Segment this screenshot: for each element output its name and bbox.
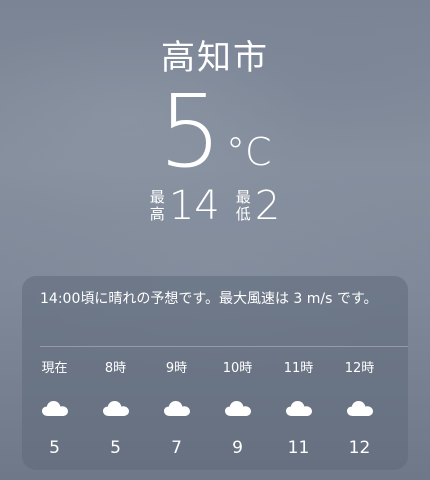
hour-item: 現在 5	[24, 360, 85, 458]
hour-time: 8時	[104, 361, 127, 376]
hour-item: 12時 12	[329, 360, 390, 458]
cloud-icon	[224, 401, 251, 416]
cloud-icon	[285, 401, 312, 416]
cloud-icon	[163, 401, 190, 416]
low-temperature: 2	[254, 183, 281, 229]
hour-time: 12時	[344, 361, 375, 376]
hourly-forecast-list[interactable]: 現在 5 8時 5 9時 7 10時 9 11時 11 12時 12	[24, 360, 408, 458]
hour-time: 現在	[41, 361, 68, 376]
hour-item: 9時 7	[146, 360, 207, 458]
hour-time: 10時	[222, 361, 253, 376]
hourly-forecast-card[interactable]: 14:00頃に晴れの予想です。最大風速は 3 m/s です。 現在 5 8時 5…	[22, 276, 408, 470]
city-name: 高知市	[161, 38, 269, 78]
hour-item: 10時 9	[207, 360, 268, 458]
temperature-unit: °C	[226, 130, 272, 174]
current-temperature-block: 5 °C	[0, 82, 430, 182]
high-temperature: 14	[168, 183, 220, 229]
hour-time: 11時	[283, 361, 314, 376]
label-char: 高	[149, 205, 165, 223]
forecast-summary: 14:00頃に晴れの予想です。最大風速は 3 m/s です。	[40, 291, 378, 307]
label-char: 最	[235, 188, 251, 206]
cloud-icon	[346, 401, 373, 416]
hour-item: 8時 5	[85, 360, 146, 458]
hour-temperature: 12	[348, 438, 371, 458]
high-low-temperatures: 最高 14 最低 2	[0, 186, 430, 226]
hour-temperature: 5	[49, 438, 60, 458]
hour-temperature: 11	[287, 438, 310, 458]
card-divider	[40, 346, 408, 347]
hour-item: 11時 11	[268, 360, 329, 458]
hour-temperature: 7	[171, 438, 182, 458]
hour-time: 9時	[165, 361, 188, 376]
label-char: 最	[149, 188, 165, 206]
high-label: 最高	[150, 189, 165, 223]
cloud-icon	[102, 401, 129, 416]
cloud-icon	[41, 401, 68, 416]
label-char: 低	[235, 205, 251, 223]
hour-temperature: 5	[110, 438, 121, 458]
hour-temperature: 9	[232, 438, 243, 458]
low-label: 最低	[236, 189, 251, 223]
current-temperature: 5	[158, 73, 223, 190]
